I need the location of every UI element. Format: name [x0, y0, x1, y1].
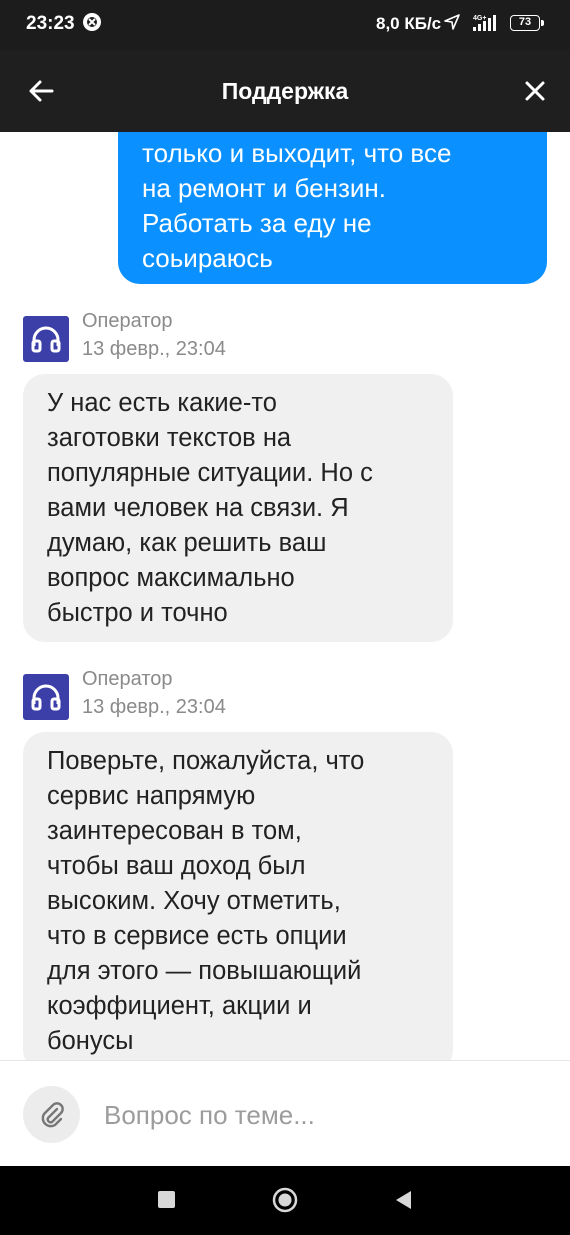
message-timestamp: 13 февр., 23:04	[82, 338, 226, 360]
system-nav-bar	[0, 1166, 570, 1235]
back-triangle-icon[interactable]	[393, 1189, 413, 1211]
message-line: соьираюсь	[142, 243, 273, 273]
headphones-icon	[31, 326, 61, 353]
message-line: Поверьте, пожалуйста, что	[47, 747, 365, 775]
message-line: вопрос максимально	[47, 564, 295, 592]
network-type: 4G+	[473, 15, 486, 22]
operator-name: Оператор	[82, 310, 173, 332]
notification-icon	[83, 13, 101, 31]
network-speed: 8,0 КБ/с	[376, 14, 442, 33]
message-composer	[0, 1060, 570, 1167]
close-button[interactable]	[516, 72, 554, 110]
message-line: только и выходит, что все	[142, 138, 452, 168]
close-icon	[525, 81, 545, 101]
operator-avatar	[23, 674, 69, 720]
recents-square-icon[interactable]	[158, 1191, 175, 1208]
paperclip-icon	[41, 1102, 64, 1128]
operator-avatar	[23, 316, 69, 362]
message-line: чтобы ваш доход был	[47, 852, 306, 880]
message-line: заготовки текстов на	[47, 424, 292, 452]
operator-message-bubble: У нас есть какие-то заготовки текстов на…	[23, 374, 453, 642]
signal-icon: 4G+	[473, 15, 496, 31]
operator-name: Оператор	[82, 668, 173, 690]
battery-level: 73	[510, 15, 540, 31]
message-line: заинтересован в том,	[47, 817, 302, 845]
user-message-bubble: только и выходит, что все на ремонт и бе…	[118, 132, 547, 284]
message-line: коэффициент, акции и	[47, 992, 312, 1020]
home-circle-icon[interactable]	[272, 1187, 298, 1213]
message-line: для этого — повышающий	[47, 957, 362, 985]
operator-message-bubble: Поверьте, пожалуйста, что сервис напряму…	[23, 732, 453, 1060]
message-line: У нас есть какие-то	[47, 389, 277, 417]
message-line: сервис напрямую	[47, 782, 256, 810]
app-header: Поддержка	[0, 50, 570, 132]
status-bar: 23:23 8,0 КБ/с 4G+ 73	[0, 0, 570, 50]
message-line: думаю, как решить ваш	[47, 529, 327, 557]
message-line: бонусы	[47, 1027, 134, 1055]
headphones-icon	[31, 684, 61, 711]
message-line: вами человек на связи. Я	[47, 494, 349, 522]
message-input[interactable]	[104, 1095, 534, 1135]
attach-button[interactable]	[23, 1086, 80, 1143]
battery-icon: 73	[510, 15, 546, 33]
status-time: 23:23	[26, 13, 75, 34]
message-line: популярные ситуации. Но с	[47, 459, 373, 487]
page-title: Поддержка	[221, 78, 349, 104]
message-line: быстро и точно	[47, 599, 228, 627]
message-line: на ремонт и бензин.	[142, 173, 386, 203]
message-timestamp: 13 февр., 23:04	[82, 696, 226, 718]
location-arrow-icon	[444, 14, 460, 30]
message-line: высоким. Хочу отметить,	[47, 887, 341, 915]
message-line: Работать за еду не	[142, 208, 372, 238]
message-line: что в сервисе есть опции	[47, 922, 347, 950]
chat-messages[interactable]: только и выходит, что все на ремонт и бе…	[0, 132, 570, 1060]
